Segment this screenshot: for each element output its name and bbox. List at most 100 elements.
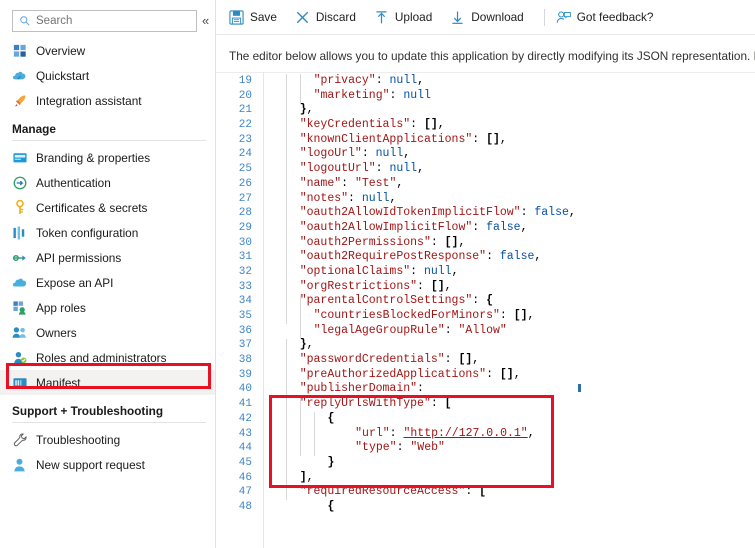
editor-line-code: "passwordCredentials": [], [299,353,480,367]
sidebar-item-label: App roles [36,300,86,315]
sidebar-item-owners[interactable]: Owners [0,320,216,345]
owners-people-icon [12,325,27,340]
editor-line[interactable]: 33 "orgRestrictions": [], [216,280,755,295]
editor-line[interactable]: 48 { [216,500,755,515]
sidebar-item-label: Integration assistant [36,93,142,108]
editor-line[interactable]: 35 "countriesBlockedForMinors": [], [216,309,755,324]
sidebar-item-app-roles[interactable]: App roles [0,295,216,320]
editor-line[interactable]: 36 "legalAgeGroupRule": "Allow" [216,324,755,339]
sidebar-item-quickstart[interactable]: Quickstart [0,63,216,88]
sidebar-item-troubleshooting[interactable]: Troubleshooting [0,427,216,452]
editor-line[interactable]: 43 "url": "http://127.0.0.1", [216,427,755,442]
editor-line[interactable]: 30 "oauth2Permissions": [], [216,236,755,251]
editor-line-code: }, [299,338,314,352]
cloud-rocket-icon [12,68,27,83]
editor-line-code: "privacy": null, [313,74,425,87]
search-input[interactable] [36,15,190,27]
editor-line-number: 23 [238,133,252,146]
editor-line[interactable]: 42 { [216,412,755,427]
search-input-wrapper[interactable] [12,10,197,32]
editor-line-code: "requiredResourceAccess": [ [299,485,487,499]
editor-description: The editor below allows you to update th… [229,49,755,63]
editor-line-code: "oauth2AllowImplicitFlow": false, [299,220,528,234]
editor-line-number: 48 [238,500,252,513]
discard-button-label: Discard [315,10,356,24]
editor-line[interactable]: 39 "preAuthorizedApplications": [], [216,368,755,383]
editor-line-number: 47 [238,486,252,499]
got-feedback-button[interactable]: Got feedback? [556,0,663,34]
command-bar-separator [543,8,545,26]
upload-button[interactable]: Upload [374,0,441,34]
editor-line-code: "url": "http://127.0.0.1", [355,426,535,440]
editor-line-number: 45 [238,456,252,469]
collapse-sidebar-button[interactable]: « [202,10,209,32]
editor-indent-guide [300,294,301,339]
editor-line[interactable]: 37}, [216,338,755,353]
editor-line-number: 25 [238,163,252,176]
download-button-label: Download [471,10,524,24]
app-roles-icon [12,300,27,315]
sidebar-item-integration-assistant[interactable]: Integration assistant [0,88,216,113]
editor-line[interactable]: 23 "knownClientApplications": [], [216,133,755,148]
editor-top-divider [216,72,755,73]
sidebar-item-token-configuration[interactable]: Token configuration [0,220,216,245]
discard-button[interactable]: Discard [295,0,365,34]
editor-line[interactable]: 32 "optionalClaims": null, [216,265,755,280]
editor-line-number: 44 [238,442,252,455]
editor-line[interactable]: 19 "privacy": null, [216,74,755,89]
editor-line[interactable]: 40 "publisherDomain": [216,382,755,397]
command-bar: Save Discard Upload Download Got feedbac… [216,0,755,34]
download-button[interactable]: Download [450,0,532,34]
branding-card-icon [12,150,27,165]
editor-line[interactable]: 41 "replyUrlsWithType": [ [216,397,755,412]
editor-indent-guide [286,74,287,104]
save-button[interactable]: Save [229,0,286,34]
editor-line-code: "optionalClaims": null, [299,264,459,278]
editor-indent-guide [300,74,301,104]
editor-line[interactable]: 31 "oauth2RequirePostResponse": false, [216,250,755,265]
editor-line[interactable]: 47 "requiredResourceAccess": [ [216,485,755,500]
sidebar-item-roles-and-administrators[interactable]: Roles and administrators [0,345,216,370]
sidebar-item-api-permissions[interactable]: API permissions [0,245,216,270]
sidebar-item-label: Branding & properties [36,150,151,165]
sidebar-item-label: New support request [36,457,145,472]
editor-line-code: { [327,411,335,425]
editor-indent-guide [314,412,315,457]
editor-line[interactable]: 29 "oauth2AllowImplicitFlow": false, [216,221,755,236]
editor-line[interactable]: 25 "logoutUrl": null, [216,162,755,177]
editor-line[interactable]: 45} [216,456,755,471]
editor-line-number: 30 [238,236,252,249]
sidebar-item-new-support-request[interactable]: New support request [0,452,216,477]
sidebar-group-divider [12,422,206,423]
editor-line-number: 37 [238,339,252,352]
sidebar-item-expose-an-api[interactable]: Expose an API [0,270,216,295]
editor-line-code: "oauth2RequirePostResponse": false, [299,250,542,264]
editor-line[interactable]: 34 "parentalControlSettings": { [216,294,755,309]
sidebar-item-overview[interactable]: Overview [0,38,216,63]
sidebar-item-certificates-secrets[interactable]: Certificates & secrets [0,195,216,220]
editor-line[interactable]: 22 "keyCredentials": [], [216,118,755,133]
editor-line-code: "marketing": null [313,88,431,102]
editor-caret-marker [578,384,581,392]
editor-line-number: 40 [238,383,252,396]
editor-line[interactable]: 21}, [216,103,755,118]
sidebar-group-title-support: Support + Troubleshooting [12,404,164,418]
editor-line[interactable]: 26 "name": "Test", [216,177,755,192]
editor-line[interactable]: 20 "marketing": null [216,89,755,104]
sidebar-group-divider [12,140,206,141]
editor-line-number: 21 [238,104,252,117]
sidebar-item-authentication[interactable]: Authentication [0,170,216,195]
editor-line[interactable]: 28 "oauth2AllowIdTokenImplicitFlow": fals… [216,206,755,221]
editor-code-rows[interactable]: 19 "privacy": null, 20 "marketing": null 21}… [216,74,755,515]
editor-line-number: 19 [238,75,252,87]
discard-x-icon [296,11,309,23]
sidebar-item-branding-properties[interactable]: Branding & properties [0,145,216,170]
editor-line[interactable]: 46], [216,471,755,486]
sidebar-item-manifest[interactable]: Manifest [0,370,216,395]
editor-line[interactable]: 24 "logoUrl": null, [216,147,755,162]
editor-line[interactable]: 38 "passwordCredentials": [], [216,353,755,368]
editor-line[interactable]: 27 "notes": null, [216,192,755,207]
sidebar-item-label: Expose an API [36,275,114,290]
editor-line[interactable]: 44 "type": "Web" [216,441,755,456]
json-editor[interactable]: 19 "privacy": null, 20 "marketing": null 21}… [216,72,755,548]
